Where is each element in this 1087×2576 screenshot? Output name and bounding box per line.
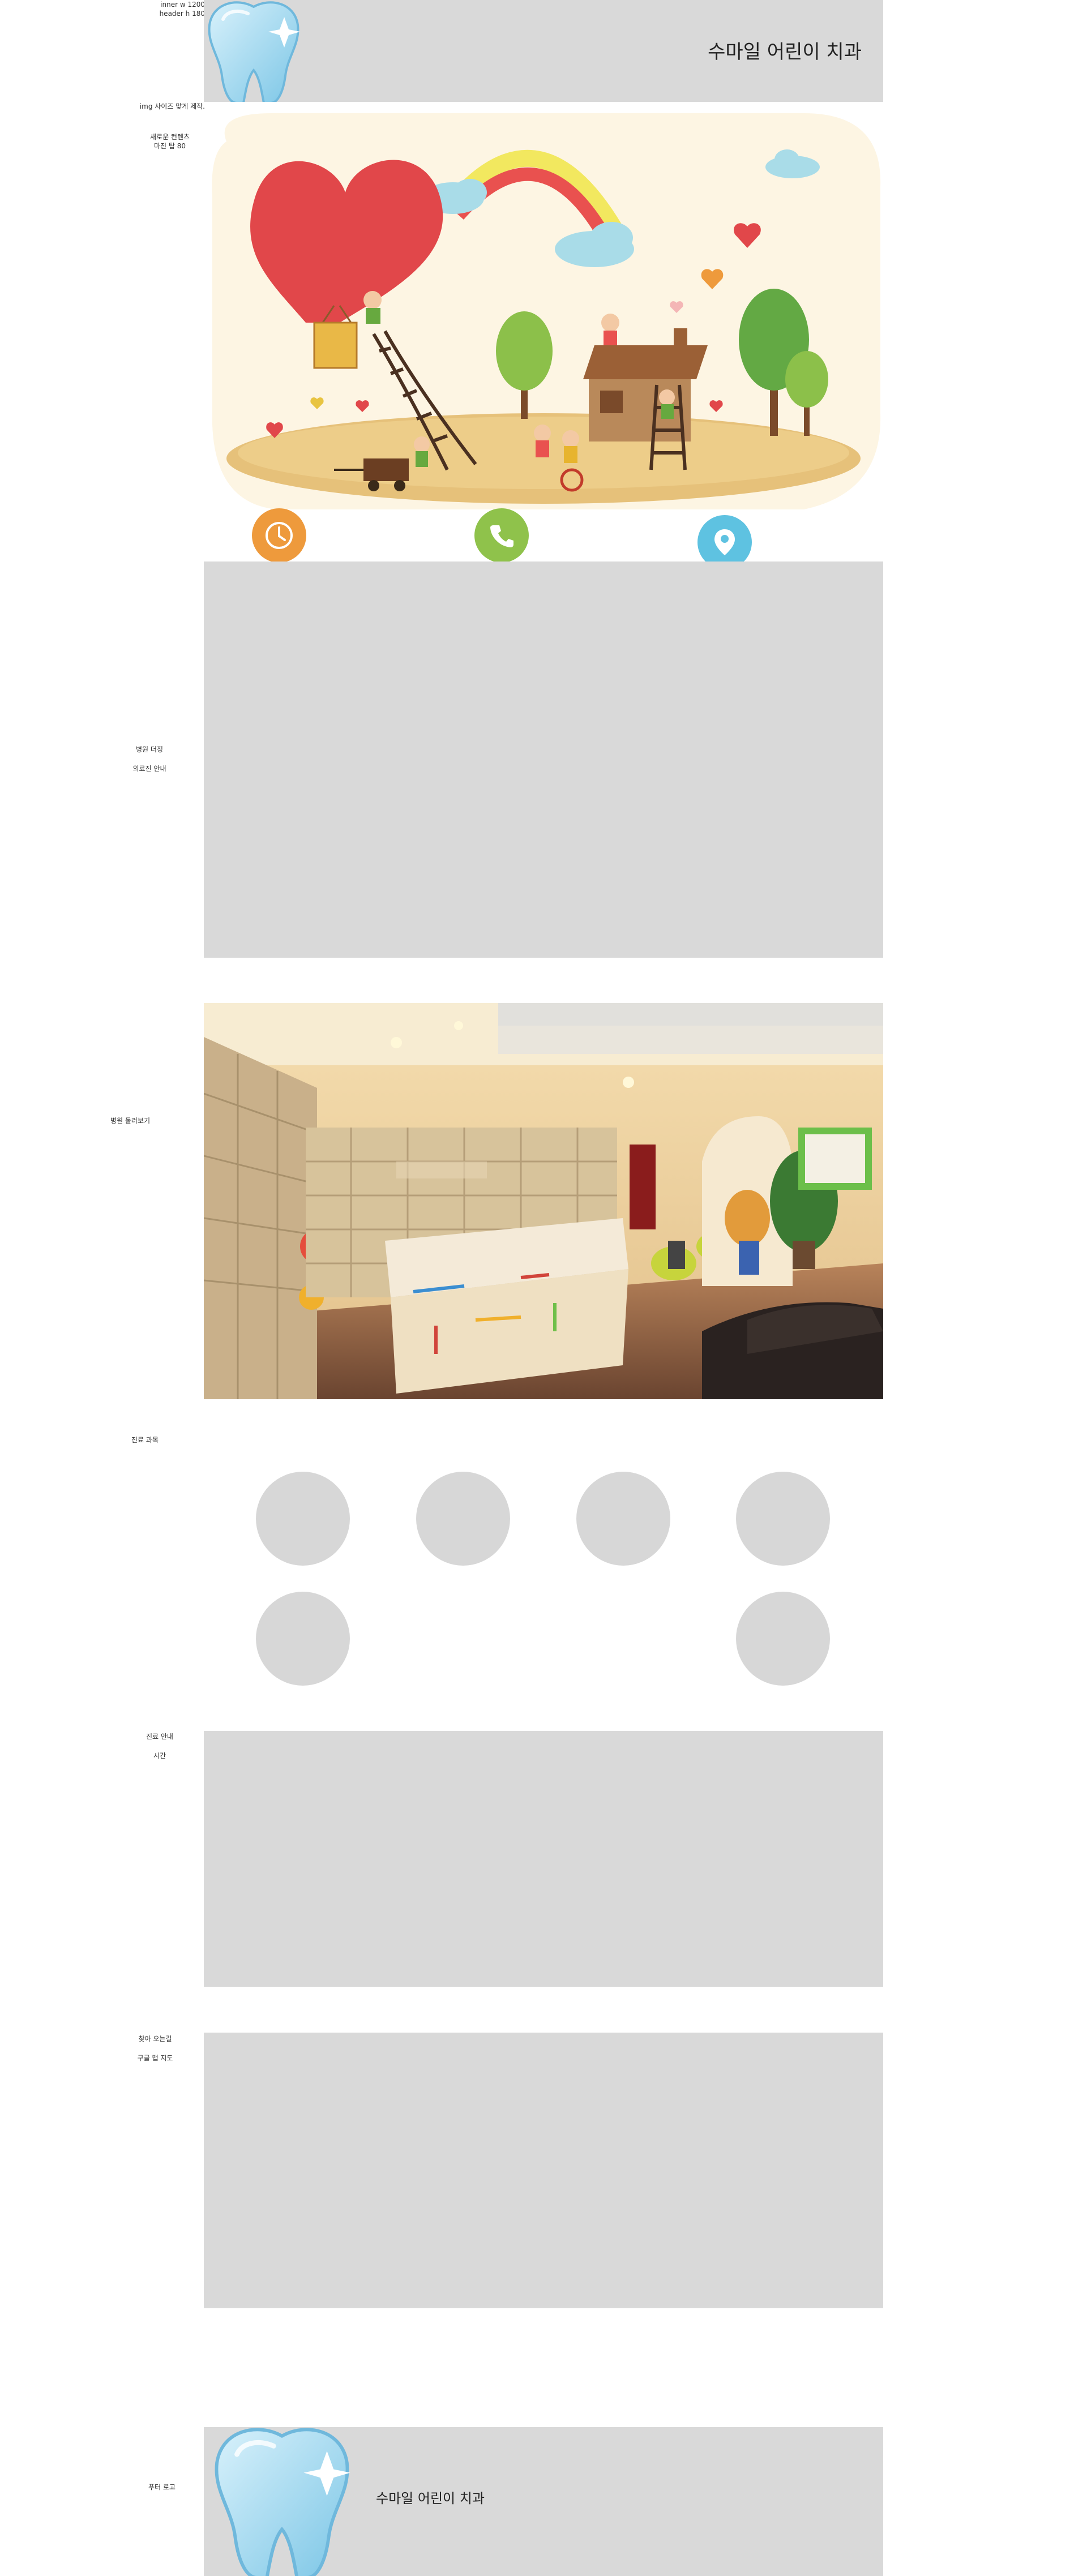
inner-size-note: inner w 1200 header h 180 <box>148 0 205 19</box>
balloon-basket <box>313 322 358 369</box>
hero-illustration <box>212 113 881 509</box>
img-size-note: img 사이즈 맞게 제작. <box>139 102 205 110</box>
department-circle[interactable] <box>256 1472 350 1566</box>
header-title[interactable]: 수마일 어린이 치과 <box>623 36 862 64</box>
directions-label: 찾아 오는길 <box>138 2035 172 2043</box>
hospital-philosophy-label: 병원 더정 <box>136 745 163 753</box>
hospital-tour-label: 병원 둘러보기 <box>110 1117 151 1125</box>
phone-icon <box>490 525 513 547</box>
content-margin-note: 새로운 컨텐츠 마진 탑 80 <box>140 131 199 152</box>
hospital-tour-photo <box>204 1003 883 1399</box>
department-circle[interactable] <box>416 1472 510 1566</box>
tooth-logo-icon[interactable] <box>204 0 303 102</box>
footer-tooth-logo-icon[interactable] <box>205 2426 359 2576</box>
header-size-text: header h 180 <box>159 10 205 18</box>
hours-button[interactable] <box>252 508 306 563</box>
content-note-2: 마진 탑 80 <box>153 142 186 150</box>
department-circle[interactable] <box>576 1472 670 1566</box>
directions-note: 찾아 오는길 구글 맵 지도 <box>127 2033 183 2064</box>
treatment-info-label: 진료 안내 <box>146 1733 173 1741</box>
treatment-info-note: 진료 안내 시간 <box>131 1731 188 1761</box>
house <box>583 328 708 442</box>
clock-icon <box>266 522 293 549</box>
doctor-info-section <box>204 562 883 958</box>
doctor-info-note: 병원 더정 의료진 안내 <box>121 744 178 774</box>
department-circle[interactable] <box>736 1592 830 1686</box>
footer-title: 수마일 어린이 치과 <box>376 2491 485 2506</box>
google-map-section[interactable] <box>204 2033 883 2308</box>
department-circle[interactable] <box>256 1592 350 1686</box>
doctor-intro-label: 의료진 안내 <box>132 765 166 773</box>
department-circle[interactable] <box>736 1472 830 1566</box>
footer-logo-label: 푸터 로고 <box>148 2483 176 2491</box>
hours-label: 시간 <box>153 1752 166 1760</box>
treatment-hours-section <box>204 1731 883 1987</box>
google-map-label: 구글 맵 지도 <box>137 2054 173 2062</box>
phone-button[interactable] <box>474 508 529 563</box>
departments-label: 진료 과목 <box>131 1436 159 1444</box>
location-pin-icon <box>714 529 735 555</box>
